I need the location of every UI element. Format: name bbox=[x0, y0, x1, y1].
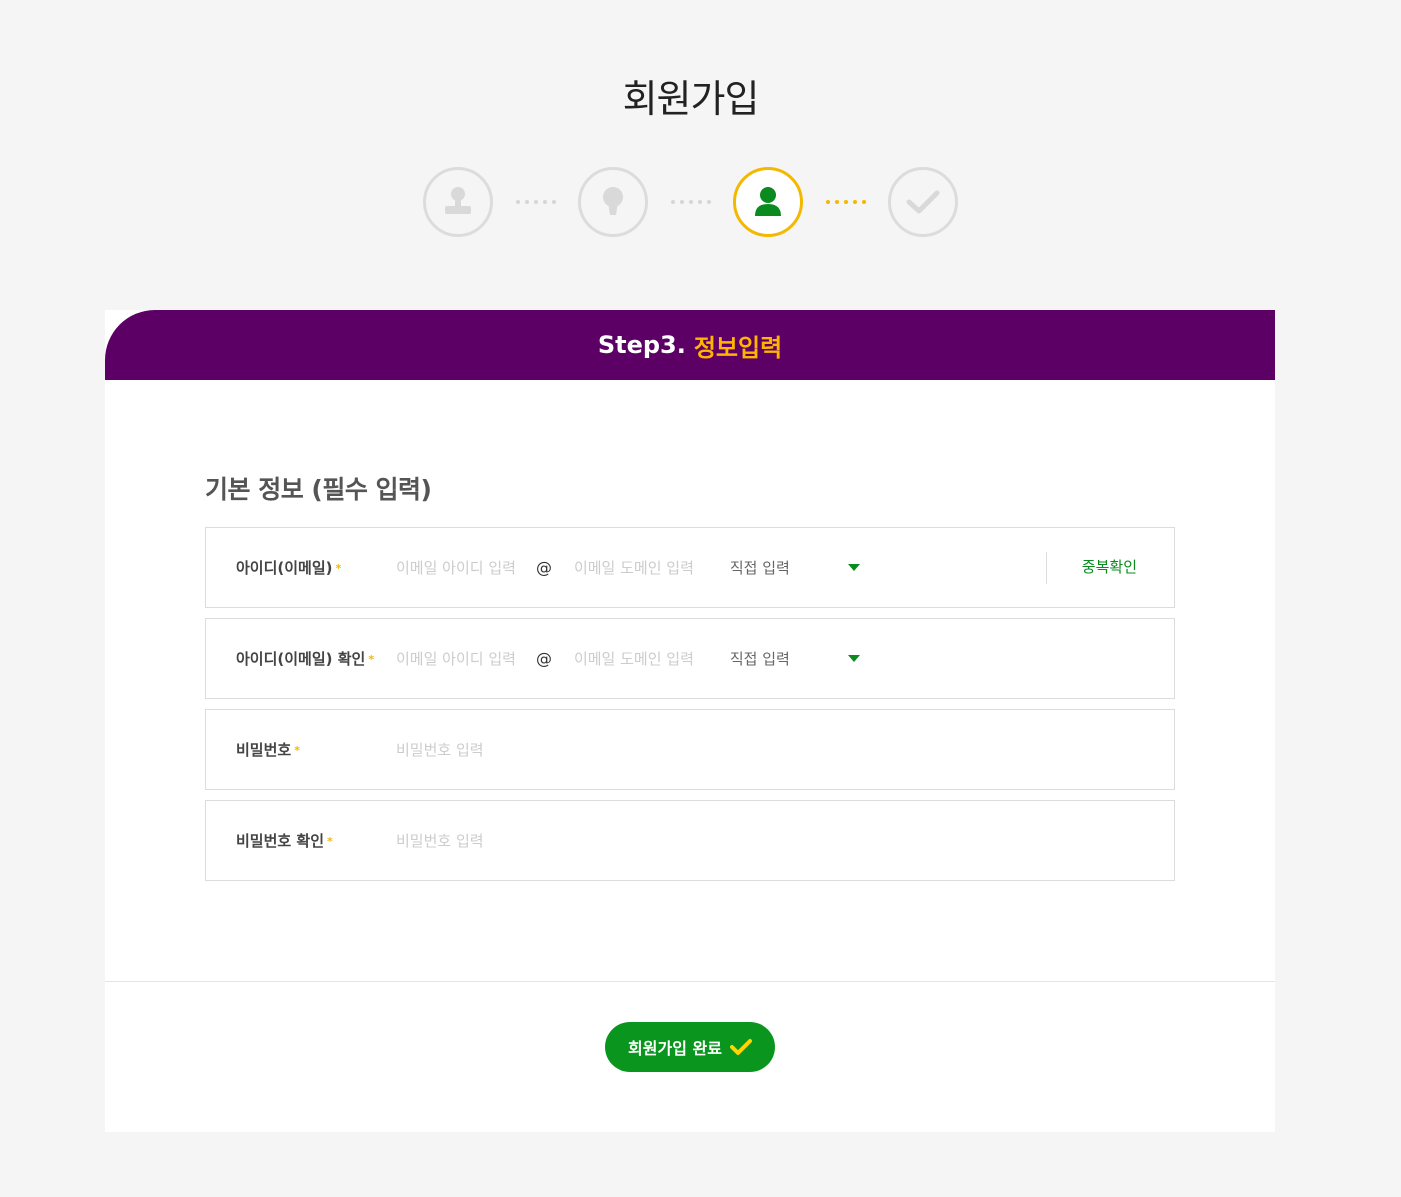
password-confirm-label: 비밀번호 확인 * bbox=[206, 830, 396, 851]
email-confirm-row: 아이디(이메일) 확인 * 이메일 아이디 입력 @ 이메일 도메인 입력 직접 … bbox=[205, 618, 1175, 699]
email-confirm-label: 아이디(이메일) 확인 * bbox=[206, 648, 396, 669]
password-input[interactable]: 비밀번호 입력 bbox=[396, 739, 484, 760]
required-mark: * bbox=[335, 562, 342, 575]
caret-down-icon bbox=[847, 564, 860, 571]
required-mark: * bbox=[294, 744, 300, 757]
signup-complete-button[interactable]: 회원가입 완료 bbox=[605, 1022, 775, 1072]
at-sign: @ bbox=[535, 649, 552, 668]
email-domain-select[interactable]: 직접 입력 bbox=[730, 557, 860, 578]
page-title: 회원가입 bbox=[622, 77, 760, 121]
email-confirm-domain-input[interactable]: 이메일 도메인 입력 bbox=[574, 648, 694, 669]
email-confirm-domain-select[interactable]: 직접 입력 bbox=[730, 648, 860, 669]
duplicate-check-button[interactable]: 중복확인 bbox=[1082, 528, 1137, 607]
password-row: 비밀번호 * 비밀번호 입력 bbox=[205, 709, 1175, 790]
step-2-keyhole-icon bbox=[578, 167, 648, 237]
email-confirm-label-text: 아이디(이메일) 확인 bbox=[236, 650, 366, 668]
divider bbox=[1046, 552, 1047, 584]
step-1-stamp-icon bbox=[423, 167, 493, 237]
at-sign: @ bbox=[535, 558, 552, 577]
required-mark: * bbox=[368, 653, 375, 666]
card-header: Step3. 정보입력 bbox=[105, 310, 1275, 380]
email-label-text: 아이디(이메일) bbox=[236, 559, 333, 577]
email-label: 아이디(이메일) * bbox=[206, 557, 396, 578]
required-mark: * bbox=[327, 835, 333, 848]
password-label-text: 비밀번호 bbox=[236, 741, 292, 759]
section-title: 기본 정보 (필수 입력) bbox=[205, 475, 432, 504]
email-domain-input[interactable]: 이메일 도메인 입력 bbox=[574, 557, 694, 578]
password-confirm-row: 비밀번호 확인 * 비밀번호 입력 bbox=[205, 800, 1175, 881]
step-indicator bbox=[423, 167, 958, 237]
form-rows: 아이디(이메일) * 이메일 아이디 입력 @ 이메일 도메인 입력 직접 입력 … bbox=[205, 527, 1175, 891]
signup-card: Step3. 정보입력 기본 정보 (필수 입력) 아이디(이메일) * 이메일 … bbox=[105, 310, 1275, 1132]
step-prefix: Step3. bbox=[597, 331, 686, 359]
password-label: 비밀번호 * bbox=[206, 739, 396, 760]
step-3-user-icon bbox=[733, 167, 803, 237]
email-id-input[interactable]: 이메일 아이디 입력 bbox=[396, 557, 516, 578]
email-confirm-domain-select-value: 직접 입력 bbox=[729, 650, 790, 668]
step-4-check-icon bbox=[888, 167, 958, 237]
email-domain-select-value: 직접 입력 bbox=[729, 559, 790, 577]
step-connector bbox=[493, 200, 578, 204]
step-connector-active bbox=[803, 200, 888, 204]
email-confirm-id-input[interactable]: 이메일 아이디 입력 bbox=[396, 648, 516, 669]
caret-down-icon bbox=[847, 655, 860, 662]
password-confirm-label-text: 비밀번호 확인 bbox=[236, 832, 325, 850]
signup-complete-label: 회원가입 완료 bbox=[628, 1039, 722, 1058]
email-row: 아이디(이메일) * 이메일 아이디 입력 @ 이메일 도메인 입력 직접 입력 … bbox=[205, 527, 1175, 608]
step-title: 정보입력 bbox=[693, 333, 783, 362]
password-confirm-input[interactable]: 비밀번호 입력 bbox=[396, 830, 484, 851]
step-connector bbox=[648, 200, 733, 204]
footer-divider bbox=[105, 981, 1275, 982]
check-icon bbox=[729, 1039, 752, 1055]
